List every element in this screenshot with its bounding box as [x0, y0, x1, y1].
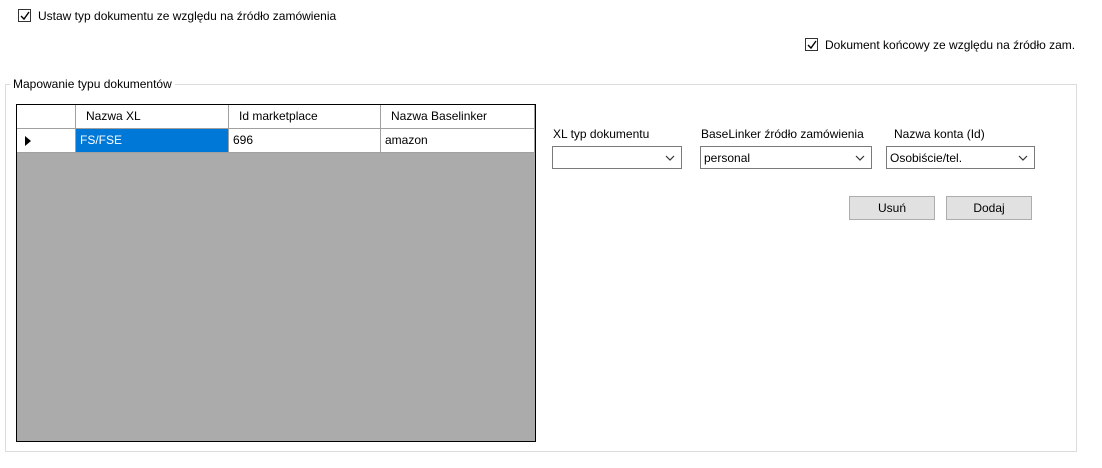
row-pointer-icon [25, 136, 31, 146]
chevron-down-icon [1018, 155, 1028, 161]
xl-type-dropdown[interactable] [552, 146, 682, 169]
table-cell-nazwa-baselinker[interactable]: amazon [381, 129, 535, 153]
mapping-group-title: Mapowanie typu dokumentów [10, 77, 175, 91]
set-doc-type-checkbox[interactable] [18, 9, 31, 22]
checkmark-icon [20, 11, 30, 21]
account-label: Nazwa konta (Id) [894, 127, 985, 141]
source-label: BaseLinker źródło zamówienia [701, 127, 864, 141]
account-dropdown[interactable]: Osobiście/tel. [886, 146, 1035, 169]
remove-button[interactable]: Usuń [849, 196, 935, 220]
add-button[interactable]: Dodaj [946, 196, 1032, 220]
final-doc-checkbox[interactable] [805, 38, 818, 51]
chevron-down-icon [855, 155, 865, 161]
column-header-id-marketplace[interactable]: Id marketplace [229, 105, 381, 129]
final-doc-label: Dokument końcowy ze względu na źródło za… [825, 38, 1076, 52]
xl-type-label: XL typ dokumentu [553, 127, 650, 141]
row-header-corner [17, 105, 76, 129]
table-cell-id-marketplace[interactable]: 696 [229, 129, 381, 153]
table-cell-nazwa-xl[interactable]: FS/FSE [76, 129, 229, 153]
account-value: Osobiście/tel. [890, 151, 963, 165]
source-value: personal [704, 151, 751, 165]
checkmark-icon [807, 40, 817, 50]
set-doc-type-label: Ustaw typ dokumentu ze względu na źródło… [38, 9, 337, 23]
column-header-nazwa-baselinker[interactable]: Nazwa Baselinker [381, 105, 535, 129]
chevron-down-icon [665, 155, 675, 161]
column-header-nazwa-xl[interactable]: Nazwa XL [76, 105, 229, 129]
row-selector[interactable] [17, 129, 76, 153]
mapping-grid[interactable]: Nazwa XL Id marketplace Nazwa Baselinker… [16, 104, 536, 442]
source-dropdown[interactable]: personal [700, 146, 872, 169]
